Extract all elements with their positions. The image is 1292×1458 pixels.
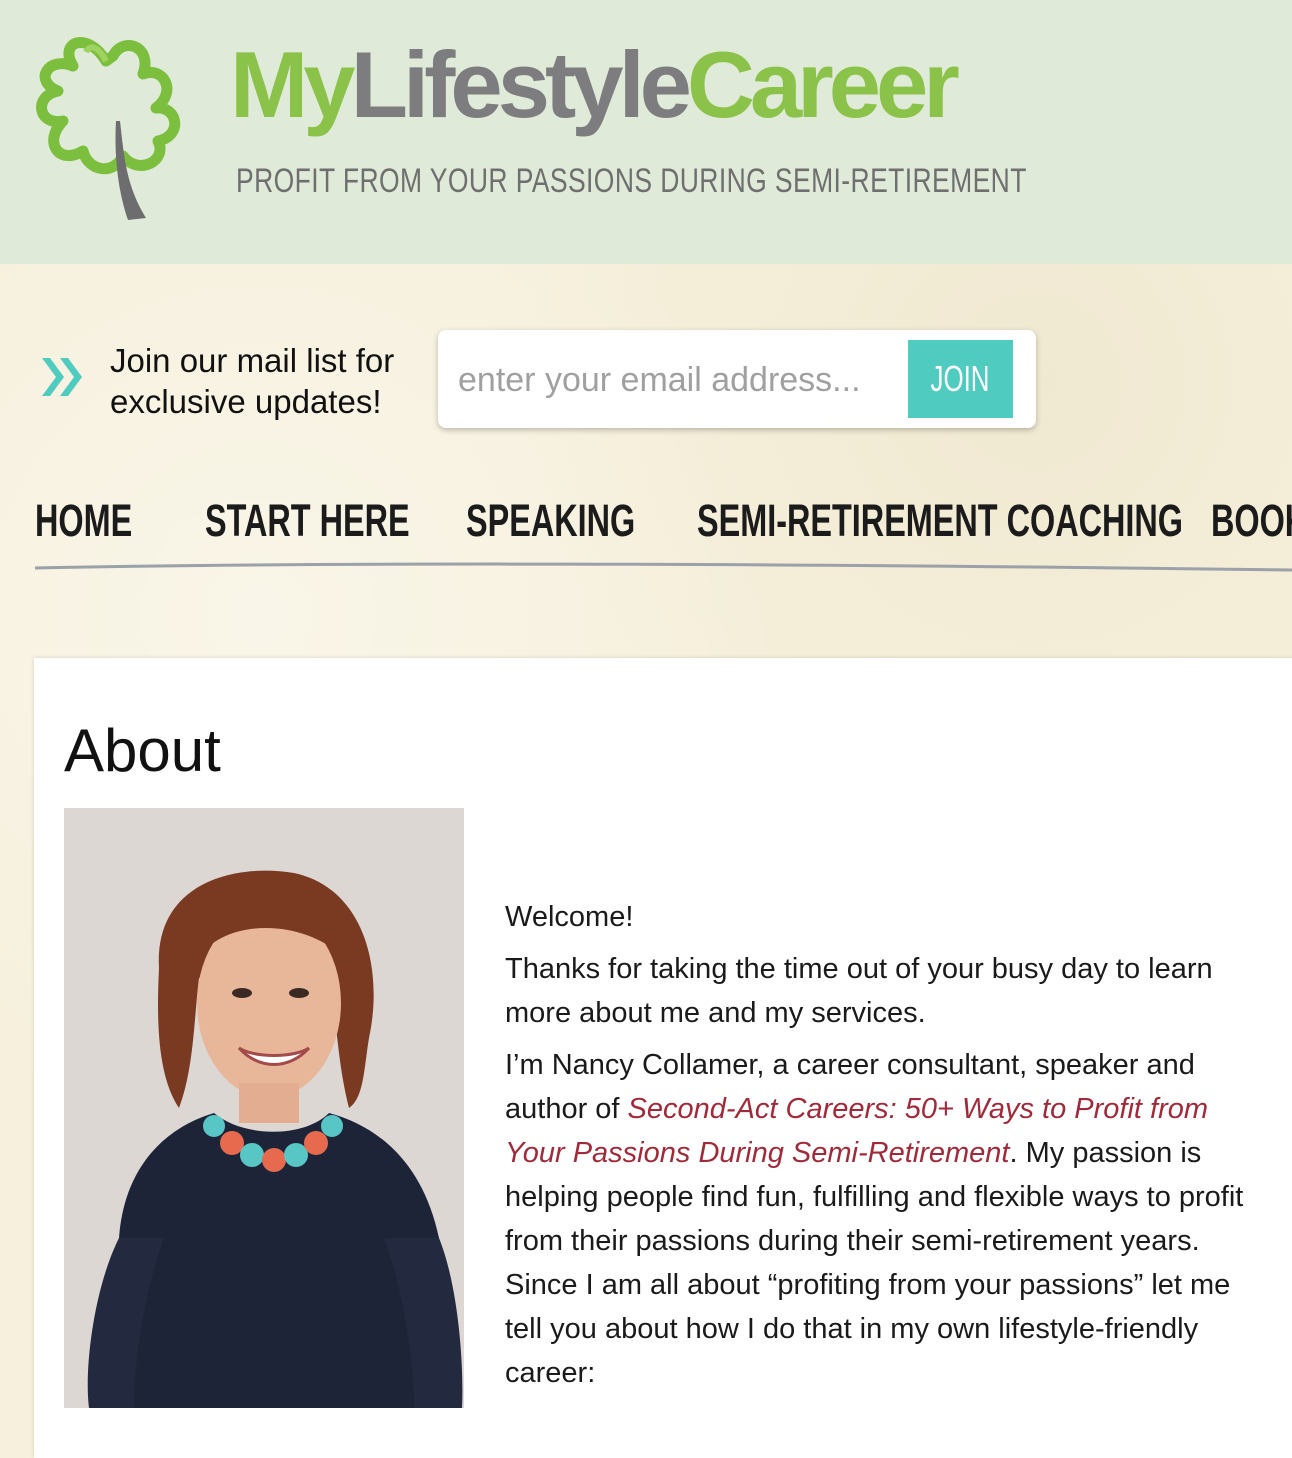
brand-my: My <box>230 32 356 137</box>
main-navigation: HOME START HERE SPEAKING SEMI-RETIREMENT… <box>0 495 1292 565</box>
email-signup-form: JOIN <box>438 330 1036 428</box>
brand-career: Career <box>686 32 960 137</box>
nav-item-home[interactable]: HOME <box>35 495 132 547</box>
site-logo-wordmark[interactable]: MyLifestyleCareer <box>230 38 960 132</box>
portrait-illustration <box>64 808 464 1408</box>
bio-text-end: . My passion is helping people find fun,… <box>505 1137 1244 1389</box>
nav-item-start-here[interactable]: START HERE <box>205 495 410 547</box>
site-header: MyLifestyleCareer PROFIT FROM YOUR PASSI… <box>0 0 1292 264</box>
join-button-label: JOIN <box>930 358 991 399</box>
nav-item-semi-retirement-coaching[interactable]: SEMI-RETIREMENT COACHING <box>697 495 1183 547</box>
brand-lifestyle: Lifestyle <box>350 32 692 137</box>
bio-paragraph: I’m Nancy Collamer, a career consultant,… <box>505 1043 1275 1395</box>
intro-paragraph: Thanks for taking the time out of your b… <box>505 953 1213 1029</box>
tree-logo-icon[interactable] <box>28 26 188 226</box>
welcome-text: Welcome! <box>505 901 634 933</box>
author-portrait <box>64 808 464 1408</box>
page-title: About <box>64 717 221 784</box>
about-content: Welcome! Thanks for taking the time out … <box>505 895 1275 1403</box>
nav-item-book[interactable]: BOOK <box>1211 495 1292 547</box>
nav-divider <box>35 562 1292 572</box>
mail-list-promo: Join our mail list for exclusive updates… <box>110 342 395 420</box>
nav-item-speaking[interactable]: SPEAKING <box>466 495 635 547</box>
site-tagline: PROFIT FROM YOUR PASSIONS DURING SEMI-RE… <box>236 162 1027 200</box>
email-input[interactable] <box>456 348 900 412</box>
double-chevron-icon <box>42 358 82 396</box>
join-button[interactable]: JOIN <box>908 340 1013 418</box>
